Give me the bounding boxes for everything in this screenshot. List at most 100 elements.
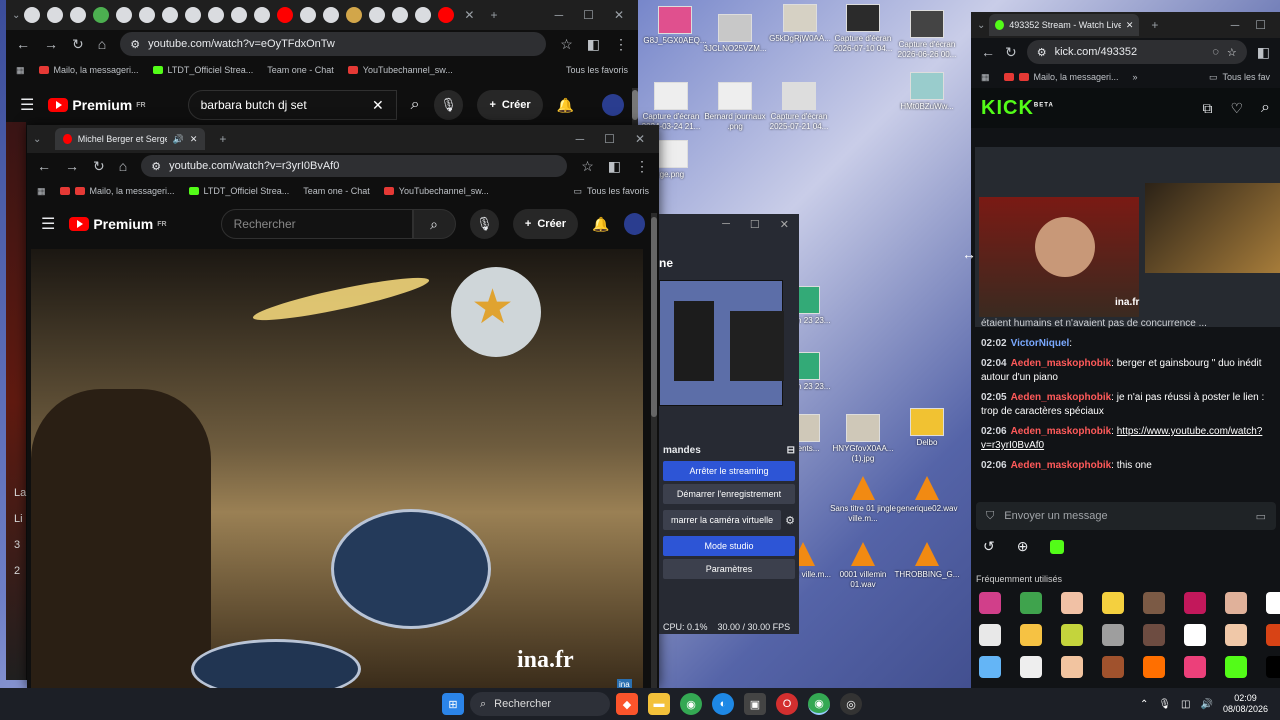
extensions-icon[interactable]: ◧ <box>608 158 621 175</box>
maximize-icon[interactable]: ☐ <box>604 132 615 146</box>
chrome-active-icon[interactable]: ◉ <box>808 693 830 715</box>
reload-icon[interactable]: ↻ <box>93 158 105 175</box>
tab-favicon-icon[interactable] <box>47 7 64 23</box>
bookmark-team-one[interactable]: Team one - Chat <box>303 186 370 196</box>
desktop-icon[interactable]: generique02.wav <box>892 474 962 514</box>
desktop-icon[interactable]: HMt0BZuWw... <box>892 72 962 112</box>
tab-favicon-icon[interactable] <box>346 7 363 23</box>
start-virtual-camera-button[interactable]: marrer la caméra virtuelle <box>663 510 782 530</box>
maximize-icon[interactable]: ☐ <box>583 8 594 22</box>
chat-username[interactable]: VictorNiquel <box>1011 338 1070 349</box>
emote-icon[interactable] <box>1061 656 1083 678</box>
front-browser-window[interactable]: ⌄ Michel Berger et Serge Ga 🔊 ✕ + ─ ☐ ✕ … <box>27 125 659 688</box>
emote-icon[interactable] <box>1143 624 1165 646</box>
tab-favicon-icon[interactable] <box>277 7 294 23</box>
front-address-bar[interactable]: ⚙ youtube.com/watch?v=r3yrI0BvAf0 <box>141 155 568 177</box>
audio-playing-icon[interactable]: 🔊 <box>173 134 184 145</box>
tab-favicon-icon[interactable] <box>70 7 87 23</box>
bookmark-star-icon[interactable]: ☆ <box>581 158 594 175</box>
video-player[interactable]: ★ ina.fr ina <box>31 249 643 688</box>
emote-picker-icon[interactable]: ▭ <box>1256 510 1266 523</box>
emote-icon[interactable] <box>1266 656 1280 678</box>
minimize-icon[interactable]: ─ <box>1231 18 1240 32</box>
apps-grid-icon[interactable]: ▦ <box>981 72 990 83</box>
desktop-icon[interactable]: Capture d'écran 2025-07-21 04... <box>764 82 834 132</box>
kick-bookmark-mailo[interactable]: Mailo, la messageri... <box>1003 72 1119 82</box>
apps-grid-icon[interactable]: ▦ <box>37 186 46 197</box>
minimize-icon[interactable]: ─ <box>555 8 564 22</box>
create-button[interactable]: + Créer <box>512 209 579 239</box>
emote-icon[interactable] <box>1020 592 1042 614</box>
emote-icon[interactable] <box>1184 656 1206 678</box>
new-tab-icon[interactable]: + <box>219 132 226 146</box>
back-all-favorites[interactable]: Tous les favoris <box>566 65 628 75</box>
front-active-tab[interactable]: Michel Berger et Serge Ga 🔊 ✕ <box>55 128 206 150</box>
chat-username[interactable]: Aeden_maskophobik <box>1011 392 1112 403</box>
browse-icon[interactable]: ⧉ <box>1202 100 1212 117</box>
microphone-icon[interactable]: 🎙 <box>1158 699 1171 710</box>
bookmark-star-icon[interactable]: ☆ <box>560 36 573 53</box>
back-address-bar[interactable]: ⚙ youtube.com/watch?v=eOyTFdxOnTw <box>120 32 547 56</box>
back-arrow-icon[interactable]: ← <box>37 158 51 174</box>
menu-dots-icon[interactable]: ⋮ <box>635 158 649 175</box>
reload-icon[interactable]: ↻ <box>1005 44 1017 61</box>
emote-icon[interactable] <box>1225 624 1247 646</box>
obs-studio-icon[interactable]: ◎ <box>840 693 862 715</box>
home-icon[interactable]: ⌂ <box>98 36 106 52</box>
tab-favicon-icon[interactable] <box>116 7 133 23</box>
emote-icon[interactable] <box>1225 656 1247 678</box>
network-icon[interactable]: ◫ <box>1181 699 1190 710</box>
youtube-premium-logo[interactable]: Premium FR <box>48 97 146 113</box>
emote-icon[interactable] <box>1102 592 1124 614</box>
obs-window[interactable]: ─ ☐ ✕ ne mandes ⊟ Arrêter le streaming Dé… <box>659 214 799 634</box>
tab-favicon-icon[interactable] <box>323 7 340 23</box>
kick-address-bar[interactable]: ⚙ kick.com/493352 ◌ ☆ <box>1026 40 1247 64</box>
tab-search-icon[interactable]: ⌄ <box>12 10 20 21</box>
emote-icon[interactable] <box>1143 592 1165 614</box>
forward-arrow-icon[interactable]: → <box>65 158 79 174</box>
emote-icon[interactable] <box>1184 592 1206 614</box>
desktop-icon[interactable]: Capture d'écran 2026-07-10 04... <box>828 4 898 54</box>
kick-emotes-icon[interactable] <box>1050 539 1065 554</box>
tab-favicon-icon[interactable] <box>139 7 156 23</box>
emote-icon[interactable] <box>1061 624 1083 646</box>
back-bookmark-mailo[interactable]: Mailo, la messageri... <box>38 65 139 75</box>
emote-icon[interactable] <box>979 656 1001 678</box>
kick-browser-window[interactable]: ⌄ 493352 Stream - Watch Live on ✕ + ─ ☐ … <box>971 12 1280 688</box>
emote-icon[interactable] <box>979 624 1001 646</box>
settings-button[interactable]: Paramètres <box>663 559 795 579</box>
chat-message-input[interactable]: ⛉ Envoyer un message ▭ <box>976 502 1276 530</box>
create-button[interactable]: + Créer <box>477 90 543 120</box>
start-recording-button[interactable]: Démarrer l'enregistrement <box>663 484 795 504</box>
forward-arrow-icon[interactable]: → <box>44 36 58 52</box>
search-icon[interactable]: ⌕ <box>1261 99 1270 117</box>
desktop-icon[interactable]: Bernard journaux .png <box>700 82 770 132</box>
close-tab-icon[interactable]: ✕ <box>464 8 474 22</box>
front-scrollbar[interactable] <box>651 213 657 688</box>
emote-icon[interactable] <box>1020 624 1042 646</box>
emote-icon[interactable] <box>1102 656 1124 678</box>
stop-streaming-button[interactable]: Arrêter le streaming <box>663 461 795 481</box>
desktop-icon[interactable]: Sans titre 01 jingle ville.m... <box>828 474 898 524</box>
back-arrow-icon[interactable]: ← <box>981 44 995 60</box>
tab-favicon-icon[interactable] <box>185 7 202 23</box>
emote-icon[interactable] <box>1020 656 1042 678</box>
stream-player[interactable]: ina.fr <box>975 147 1280 327</box>
kick-all-favorites[interactable]: ▭ Tous les fav <box>1209 72 1270 83</box>
hamburger-menu-icon[interactable]: ☰ <box>41 214 55 234</box>
tab-favicon-icon[interactable] <box>392 7 409 23</box>
start-windows-icon[interactable]: ⊞ <box>442 693 464 715</box>
tab-search-icon[interactable]: ⌄ <box>33 134 41 145</box>
notifications-bell-icon[interactable]: 🔔 <box>557 97 574 114</box>
virtual-camera-settings-icon[interactable]: ⚙ <box>785 514 799 527</box>
new-tab-icon[interactable]: + <box>490 8 497 22</box>
eye-off-icon[interactable]: ◌ <box>1212 46 1219 58</box>
global-emotes-icon[interactable]: ⊕ <box>1017 538 1029 555</box>
emote-icon[interactable] <box>1184 624 1206 646</box>
back-bookmark-ytchannel[interactable]: YouTubechannel_sw... <box>347 65 453 75</box>
voice-search-icon[interactable]: 🎙 <box>469 209 499 239</box>
emote-icon[interactable] <box>1266 592 1280 614</box>
back-arrow-icon[interactable]: ← <box>16 36 30 52</box>
chevron-right-icon[interactable]: » <box>1133 72 1138 82</box>
chat-username[interactable]: Aeden_maskophobik <box>1011 460 1112 471</box>
